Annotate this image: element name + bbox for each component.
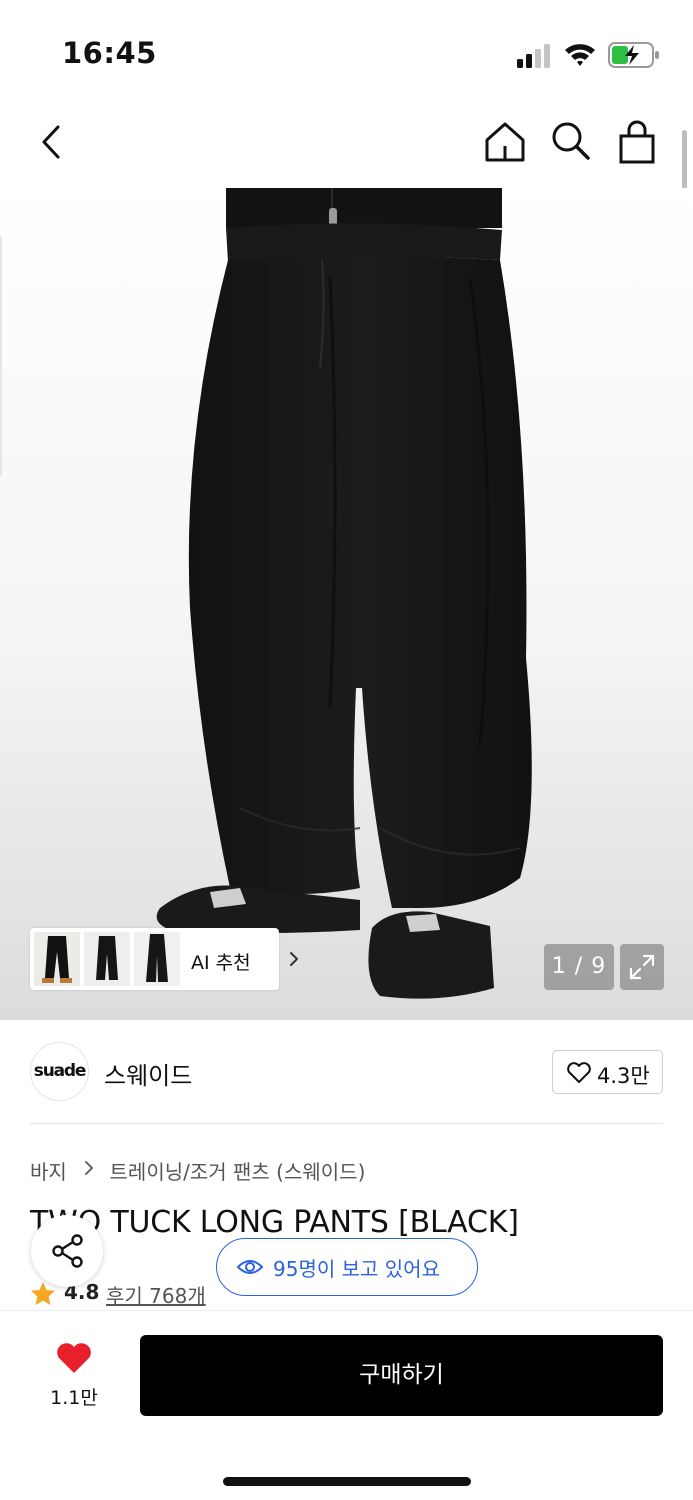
breadcrumb: 바지 트레이닝/조거 팬츠 (스웨이드) <box>30 1156 365 1186</box>
search-icon[interactable] <box>548 118 592 164</box>
image-counter: 1 / 9 <box>544 944 614 990</box>
star-icon <box>31 1282 55 1305</box>
share-button[interactable] <box>31 1215 103 1287</box>
nav-bar <box>0 108 693 178</box>
review-link[interactable]: 후기 768개 <box>106 1280 206 1309</box>
thumbnail-3[interactable] <box>134 932 180 986</box>
divider <box>30 1123 663 1124</box>
product-title: TWO TUCK LONG PANTS [BLACK] <box>30 1205 519 1240</box>
brand-name[interactable]: 스웨이드 <box>104 1056 192 1091</box>
brand-like-button[interactable]: 4.3만 <box>552 1050 663 1094</box>
signal-icon <box>517 44 550 68</box>
expand-button[interactable] <box>620 944 664 990</box>
ai-recommend-card[interactable]: AI 추천 <box>30 928 298 990</box>
status-time: 16:45 <box>62 36 157 70</box>
thumbnail-2[interactable] <box>84 932 130 986</box>
wifi-icon <box>565 44 595 66</box>
breadcrumb-item-category[interactable]: 트레이닝/조거 팬츠 (스웨이드) <box>110 1156 366 1185</box>
brand-row: suade 스웨이드 4.3만 <box>0 1040 693 1124</box>
ai-recommend-label: AI 추천 <box>191 952 251 974</box>
viewers-text: 95명이 보고 있어요 <box>273 1257 440 1281</box>
shopping-bag-icon[interactable] <box>614 118 660 166</box>
breadcrumb-item-pants[interactable]: 바지 <box>30 1156 67 1185</box>
battery-charging-icon <box>608 42 659 68</box>
brand-like-count: 4.3만 <box>597 1064 650 1088</box>
buy-button[interactable]: 구매하기 <box>140 1335 663 1416</box>
eye-icon <box>237 1260 263 1274</box>
brand-logo[interactable]: suade <box>30 1042 89 1101</box>
home-indicator <box>223 1477 471 1486</box>
viewers-badge: 95명이 보고 있어요 <box>216 1238 478 1296</box>
product-image[interactable]: AI 추천 1 / 9 <box>0 188 693 1020</box>
back-icon[interactable] <box>36 122 68 162</box>
chevron-right-icon <box>85 1161 94 1175</box>
status-bar: 16:45 <box>0 0 693 100</box>
home-icon[interactable] <box>482 120 528 164</box>
bottom-bar: 1.1만 구매하기 <box>0 1310 693 1500</box>
expand-icon <box>629 954 655 980</box>
chevron-right-icon <box>290 952 298 966</box>
wishlist-count: 1.1만 <box>50 1387 98 1409</box>
share-icon <box>52 1234 83 1268</box>
heart-filled-icon <box>57 1343 91 1373</box>
wishlist-button[interactable]: 1.1만 <box>40 1339 108 1419</box>
thumbnail-1[interactable] <box>34 932 80 986</box>
heart-outline-icon <box>567 1062 591 1083</box>
